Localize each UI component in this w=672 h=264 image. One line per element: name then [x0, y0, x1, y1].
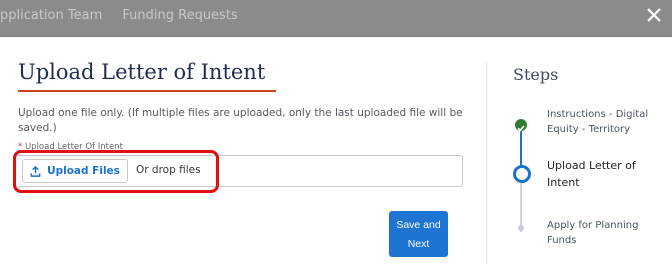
close-icon[interactable] — [644, 5, 664, 25]
background-tab: pplication Team — [0, 8, 103, 23]
steps-title: Steps — [513, 65, 559, 84]
save-and-next-button[interactable]: Save and Next — [389, 211, 448, 257]
steps-panel: Steps Instructions - Digital Equity - Te… — [486, 62, 669, 264]
save-button-label-line2: Next — [407, 238, 430, 250]
upload-instructions: Upload one file only. (If multiple files… — [18, 107, 463, 134]
background-header: pplication Team Funding Requests — [0, 0, 672, 37]
step-item-apply-planning[interactable]: Apply for Planning Funds — [547, 218, 657, 248]
upcoming-step-icon — [518, 225, 524, 231]
background-tab: Funding Requests — [122, 8, 238, 23]
check-circle-icon — [515, 119, 527, 132]
upload-modal: Upload Letter of Intent Upload one file … — [6, 42, 668, 264]
save-button-label-line1: Save and — [396, 219, 441, 231]
step-item-upload-letter[interactable]: Upload Letter of Intent — [547, 157, 657, 191]
page-title: Upload Letter of Intent — [18, 60, 266, 84]
current-step-icon — [513, 165, 531, 183]
title-underline — [18, 90, 276, 92]
background-tabs: pplication Team Funding Requests — [0, 8, 238, 23]
step-item-instructions[interactable]: Instructions - Digital Equity - Territor… — [547, 107, 657, 137]
highlight-annotation — [13, 150, 219, 193]
